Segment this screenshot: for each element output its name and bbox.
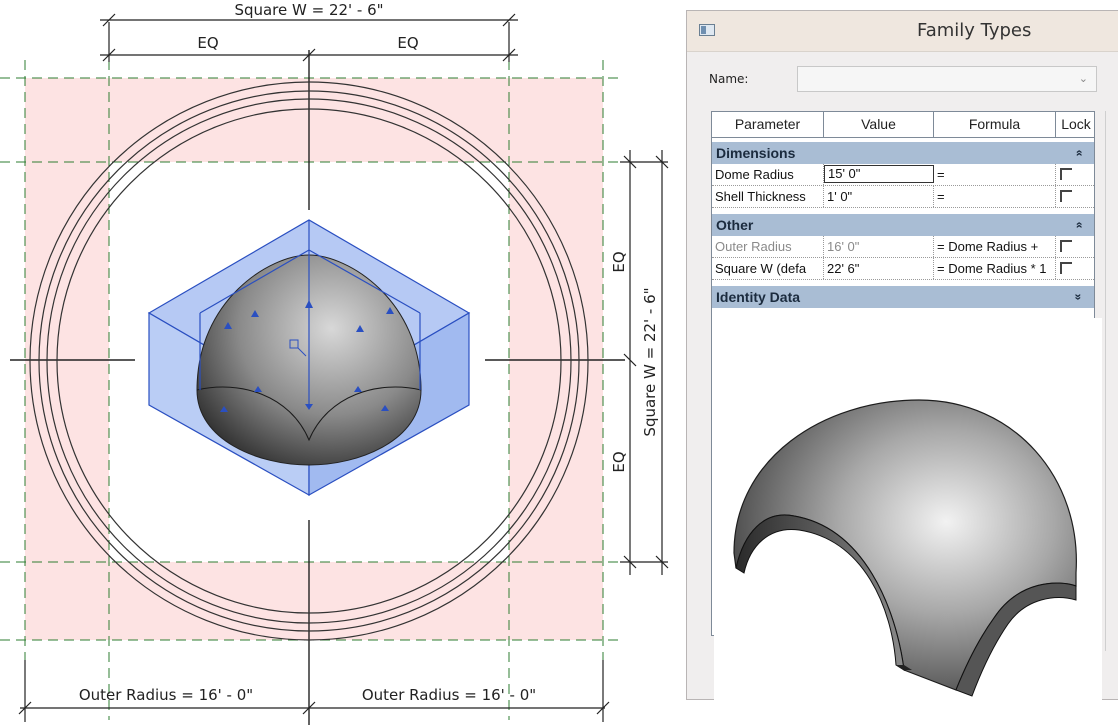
parameter-name: Square W (defa [712,258,824,279]
column-header-lock[interactable]: Lock [1056,112,1094,138]
value-input[interactable]: 16' 0" [824,236,934,257]
dome-shell-render [733,399,1077,697]
dome-render-preview [714,318,1102,722]
formula-input[interactable]: = Dome Radius * 1 [934,258,1056,279]
column-header-parameter[interactable]: Parameter [712,112,824,138]
bottom-left-dimension-label: Outer Radius = 16' - 0" [79,686,253,704]
top-eq-right: EQ [397,34,418,52]
value-input[interactable]: 15' 0" [824,165,934,183]
parameter-name: Outer Radius [712,236,824,257]
dialog-titlebar[interactable]: Family Types [687,11,1118,52]
bottom-right-dimension-label: Outer Radius = 16' - 0" [362,686,536,704]
lock-checkbox[interactable] [1056,186,1094,207]
chevron-down-icon[interactable]: ⌄ [1079,72,1088,85]
parameter-row[interactable]: Square W (defa 22' 6" = Dome Radius * 1 [712,258,1094,280]
group-identity-data[interactable]: Identity Data » [712,286,1094,308]
side-button-panel [1105,111,1118,651]
group-label: Other [716,217,754,233]
parameter-name: Dome Radius [712,164,824,185]
dialog-title: Family Types [917,20,1032,41]
parameter-row[interactable]: Dome Radius 15' 0" = [712,164,1094,186]
top-dimension[interactable] [100,13,518,62]
right-eq-upper: EQ [610,251,628,272]
window-system-icon[interactable] [699,24,715,36]
formula-input[interactable]: = [934,164,1056,185]
group-label: Dimensions [716,145,796,161]
parameter-row[interactable]: Shell Thickness 1' 0" = [712,186,1094,208]
lock-checkbox[interactable] [1056,236,1094,257]
value-input[interactable]: 1' 0" [824,186,934,207]
collapse-icon[interactable]: » [1068,150,1090,157]
name-dropdown[interactable]: ⌄ [797,66,1097,92]
collapse-icon[interactable]: » [1068,222,1090,229]
lock-checkbox[interactable] [1056,258,1094,279]
name-label: Name: [709,72,749,86]
expand-icon[interactable]: » [1068,294,1090,301]
formula-input[interactable]: = Dome Radius + [934,236,1056,257]
right-dimension-label: Square W = 22' - 6" [641,287,659,436]
lock-checkbox[interactable] [1056,164,1094,185]
value-input[interactable]: 22' 6" [824,258,934,279]
parameter-row[interactable]: Outer Radius 16' 0" = Dome Radius + [712,236,1094,258]
formula-input[interactable]: = [934,186,1056,207]
group-dimensions[interactable]: Dimensions » [712,142,1094,164]
top-eq-left: EQ [197,34,218,52]
right-eq-lower: EQ [610,451,628,472]
column-header-value[interactable]: Value [824,112,934,138]
column-header-formula[interactable]: Formula [934,112,1056,138]
top-dimension-label: Square W = 22' - 6" [234,1,383,19]
parameter-name: Shell Thickness [712,186,824,207]
group-other[interactable]: Other » [712,214,1094,236]
group-label: Identity Data [716,289,801,305]
